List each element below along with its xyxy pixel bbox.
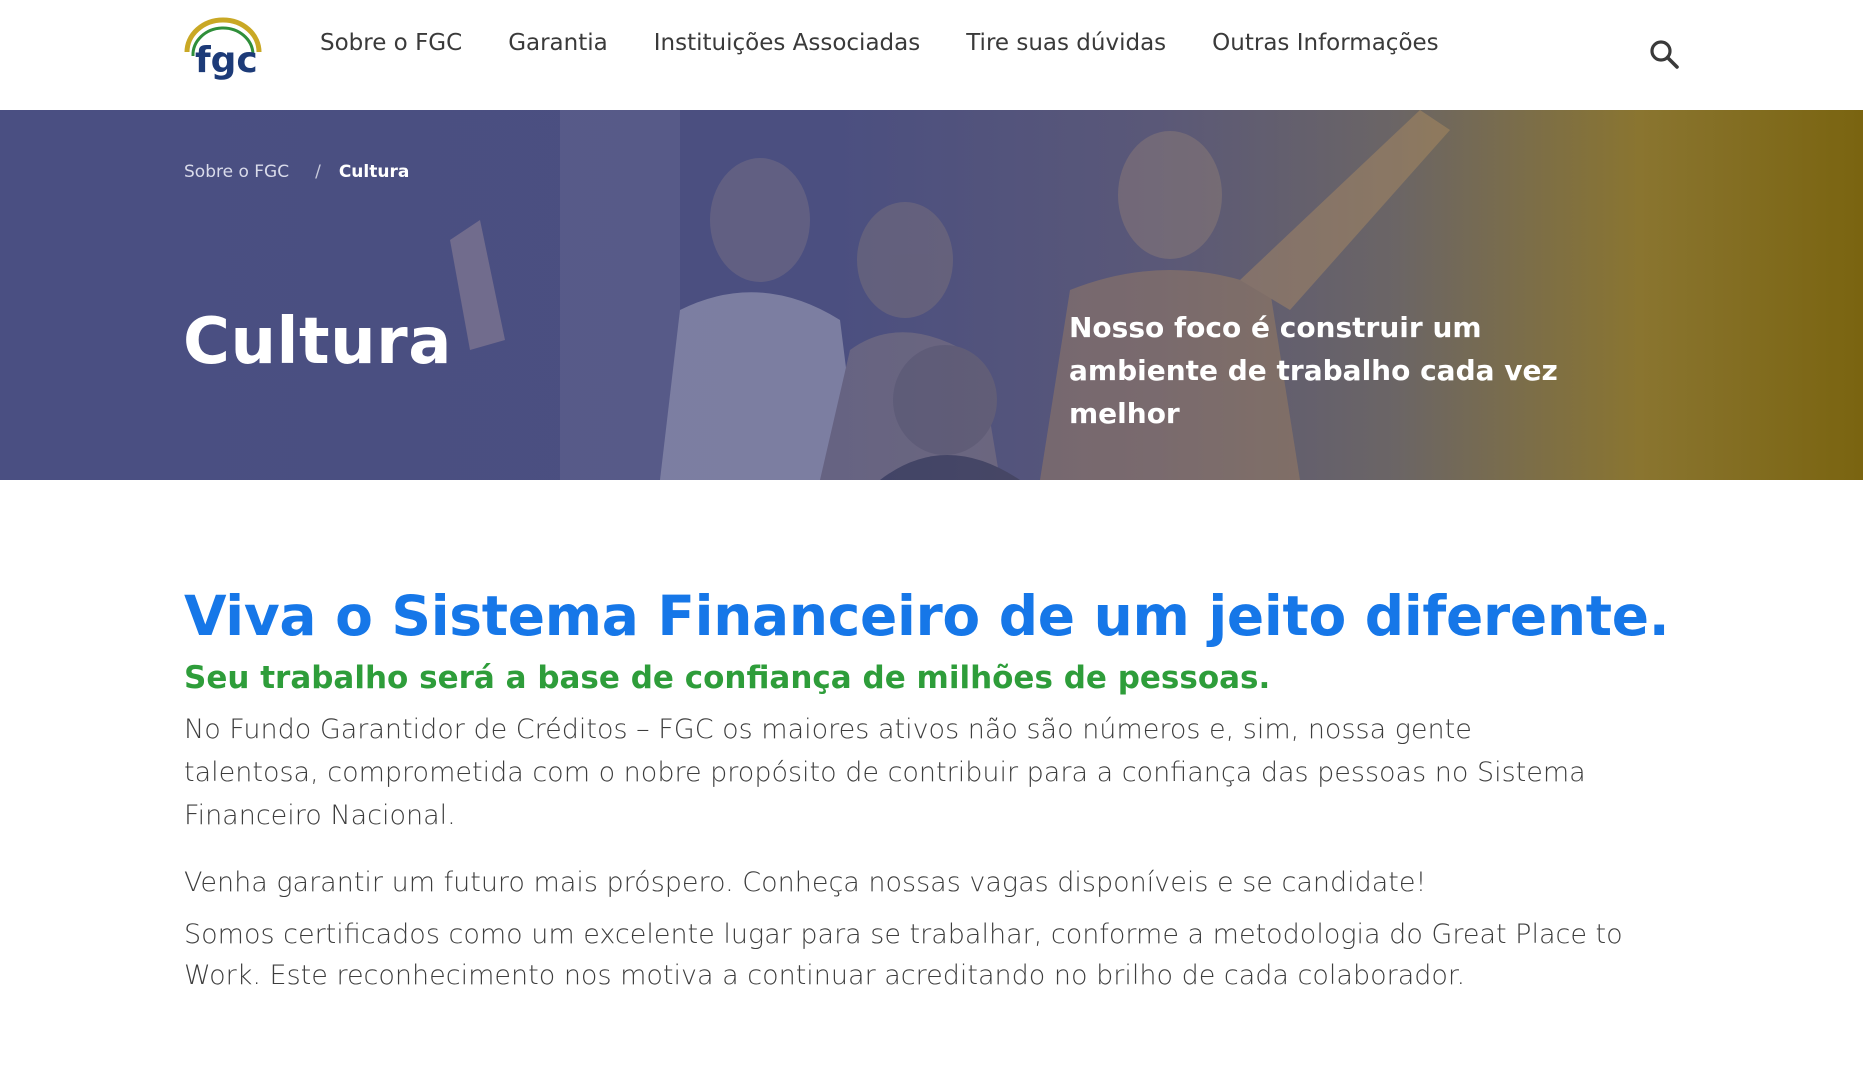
breadcrumb: Sobre o FGC / Cultura: [184, 162, 409, 182]
main-nav: Sobre o FGC Garantia Instituições Associ…: [320, 30, 1485, 56]
search-icon[interactable]: [1648, 38, 1682, 72]
logo-text: fgc: [195, 40, 258, 81]
nav-garantia[interactable]: Garantia: [508, 30, 608, 56]
nav-outras-informacoes[interactable]: Outras Informações: [1212, 30, 1438, 56]
careers-paragraph: Venha garantir um futuro mais próspero. …: [184, 867, 1427, 898]
section-headline: Viva o Sistema Financeiro de um jeito di…: [184, 584, 1670, 648]
main-content: Viva o Sistema Financeiro de um jeito di…: [184, 580, 1684, 996]
site-header: fgc Sobre o FGC Garantia Instituições As…: [0, 0, 1863, 110]
breadcrumb-separator: /: [315, 162, 321, 182]
hero-tagline: Nosso foco é construir um ambiente de tr…: [1069, 311, 1558, 430]
section-subheadline: Seu trabalho será a base de confiança de…: [184, 660, 1271, 696]
nav-instituicoes-associadas[interactable]: Instituições Associadas: [654, 30, 920, 56]
breadcrumb-current: Cultura: [338, 162, 410, 182]
nav-tire-suas-duvidas[interactable]: Tire suas dúvidas: [966, 30, 1166, 56]
hero-banner: Sobre o FGC / Cultura Cultura Nosso foco…: [0, 110, 1863, 480]
page-title: Cultura: [183, 305, 452, 379]
fgc-logo[interactable]: fgc: [183, 14, 265, 90]
nav-sobre-o-fgc[interactable]: Sobre o FGC: [320, 30, 462, 56]
intro-paragraph: No Fundo Garantidor de Créditos – FGC os…: [184, 714, 1586, 831]
certification-paragraph: Somos certificados como um excelente lug…: [184, 919, 1623, 991]
breadcrumb-parent-link[interactable]: Sobre o FGC: [184, 162, 289, 182]
